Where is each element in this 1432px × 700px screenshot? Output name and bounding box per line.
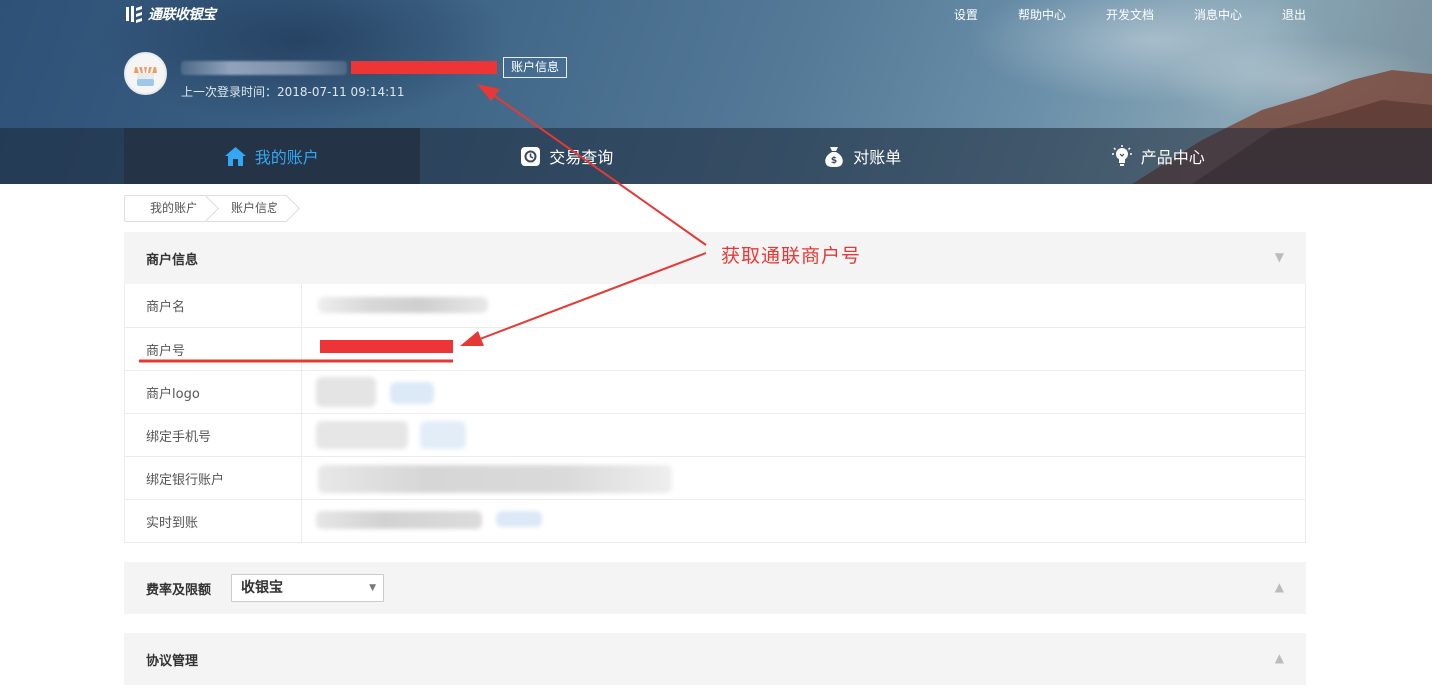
merchant-id-redaction — [351, 61, 497, 74]
tab-label: 对账单 — [853, 148, 902, 167]
product-select[interactable]: 收银宝 ▼ — [231, 574, 385, 602]
phone-value-redacted — [302, 414, 1305, 456]
row-label: 商户logo — [125, 371, 302, 413]
row-label: 绑定手机号 — [125, 414, 302, 456]
row-label: 绑定银行账户 — [125, 457, 302, 499]
app-logo[interactable]: 通联收银宝 — [124, 4, 216, 24]
top-link-messages[interactable]: 消息中心 — [1194, 6, 1242, 23]
merchant-name-value-redacted — [302, 284, 1305, 327]
svg-text:$: $ — [831, 156, 837, 166]
merchant-id-redaction — [320, 340, 453, 353]
merchant-info-table: 商户名 商户号 商户logo 绑定手机号 绑定银行账户 实时到账 — [124, 284, 1306, 543]
chevron-down-icon: ▼ — [369, 583, 377, 593]
tab-statement[interactable]: $ 对账单 — [715, 128, 1011, 184]
agreement-panel: 协议管理 ▲ — [124, 633, 1306, 685]
panel-title: 协议管理 — [146, 653, 199, 669]
row-label: 商户名 — [125, 284, 302, 327]
table-row: 商户logo — [125, 370, 1305, 413]
top-nav: 设置 帮助中心 开发文档 消息中心 退出 — [954, 6, 1306, 23]
expand-toggle-icon[interactable]: ▲ — [1275, 651, 1284, 665]
shop-avatar-icon — [126, 54, 165, 93]
table-row: 实时到账 — [125, 499, 1305, 542]
agreement-header[interactable]: 协议管理 ▲ — [124, 633, 1306, 685]
merchant-logo-value-redacted — [302, 371, 1305, 413]
merchant-info-panel: 商户信息 ▼ 商户名 商户号 商户logo 绑定手机号 绑定银行账户 实时到账 — [124, 232, 1306, 543]
tab-label: 我的账户 — [254, 148, 319, 167]
logo-icon — [126, 6, 142, 23]
tab-my-account[interactable]: 我的账户 — [124, 128, 420, 184]
tab-label: 交易查询 — [549, 148, 614, 167]
last-login-time: 上一次登录时间：2018-07-11 09:14:11 — [181, 85, 405, 99]
rate-limit-header[interactable]: 费率及限额 收银宝 ▼ ▲ — [124, 562, 1306, 614]
panel-title: 费率及限额 — [146, 582, 212, 598]
money-bag-icon: $ — [825, 146, 843, 167]
table-row: 绑定手机号 — [125, 413, 1305, 456]
tab-transaction-query[interactable]: 交易查询 — [420, 128, 716, 184]
table-row: 商户名 — [125, 284, 1305, 327]
row-label: 实时到账 — [125, 500, 302, 542]
breadcrumb-my-account[interactable]: 我的账户 — [124, 195, 207, 222]
account-info-button[interactable]: 账户信息 — [503, 57, 568, 78]
breadcrumb: 我的账户 账户信息 — [124, 195, 288, 222]
merchant-id-value-redacted — [302, 328, 1305, 370]
tab-label: 产品中心 — [1140, 148, 1205, 167]
home-icon — [224, 146, 246, 166]
header-banner: 通联收银宝 设置 帮助中心 开发文档 消息中心 退出 账户信息 上一次登录时间：… — [0, 0, 1432, 184]
top-link-help[interactable]: 帮助中心 — [1018, 6, 1066, 23]
top-link-settings[interactable]: 设置 — [954, 6, 978, 23]
realtime-arrival-value-redacted — [302, 500, 1305, 542]
main-nav: 我的账户 交易查询 $ 对账单 产品中心 — [0, 128, 1432, 184]
rate-limit-panel: 费率及限额 收银宝 ▼ ▲ — [124, 562, 1306, 614]
row-label: 商户号 — [125, 328, 302, 370]
table-row: 商户号 — [125, 327, 1305, 370]
logo-text: 通联收银宝 — [148, 7, 216, 23]
panel-title: 商户信息 — [146, 252, 199, 268]
merchant-name-redacted — [181, 60, 347, 75]
tab-product-center[interactable]: 产品中心 — [1011, 128, 1307, 184]
table-row: 绑定银行账户 — [125, 456, 1305, 499]
bank-account-value-redacted — [302, 457, 1305, 499]
transaction-query-icon — [521, 146, 541, 166]
top-link-logout[interactable]: 退出 — [1282, 6, 1306, 23]
merchant-header-line: 账户信息 — [181, 57, 568, 78]
top-link-dev-docs[interactable]: 开发文档 — [1106, 6, 1154, 23]
annotation-label: 获取通联商户号 — [721, 245, 862, 267]
lightbulb-icon — [1111, 145, 1132, 166]
merchant-info-header[interactable]: 商户信息 ▼ — [124, 232, 1306, 284]
collapse-toggle-icon[interactable]: ▼ — [1275, 250, 1284, 264]
avatar[interactable] — [124, 52, 167, 95]
product-select-value: 收银宝 — [241, 580, 284, 596]
expand-toggle-icon[interactable]: ▲ — [1275, 580, 1284, 594]
